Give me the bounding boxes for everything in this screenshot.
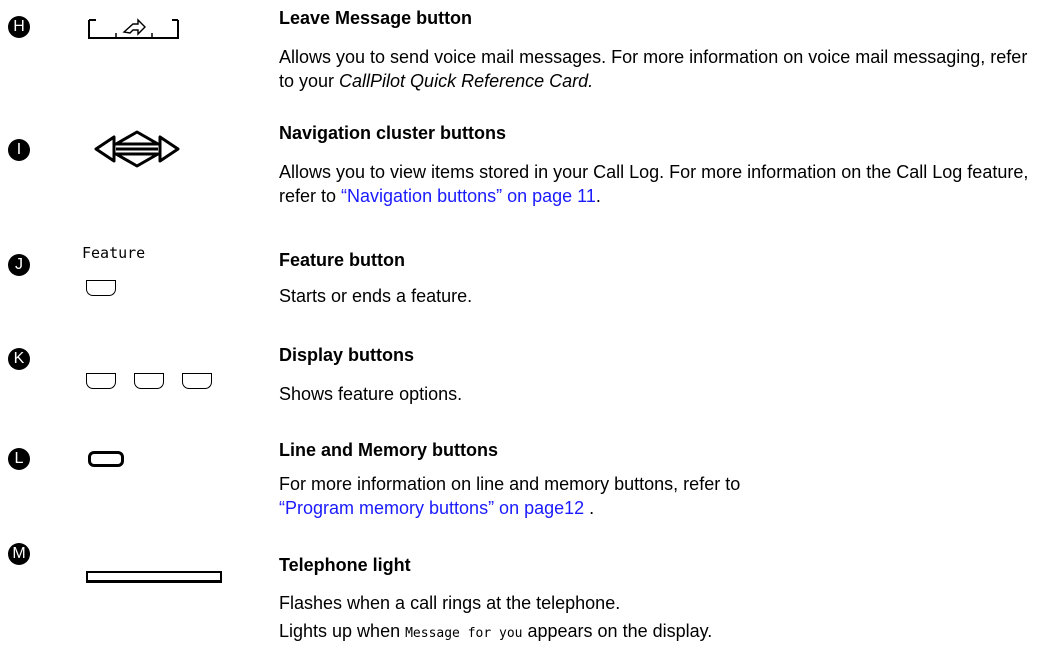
navigation-buttons-link[interactable]: “Navigation buttons” on page 11 [341, 186, 596, 206]
feature-key-icon [85, 280, 116, 296]
line-memory-key-icon [88, 451, 124, 467]
feature-button-description: Starts or ends a feature. [279, 286, 473, 306]
leave-message-icon [88, 18, 179, 39]
item-badge-l: L [8, 448, 30, 470]
telephone-light-description-2: Lights up when Message for you appears o… [279, 621, 713, 641]
item-badge-j: J [8, 254, 30, 276]
telephone-light-description-1: Flashes when a call rings at the telepho… [279, 593, 621, 613]
display-key-icon-1 [85, 373, 116, 389]
display-buttons-title: Display buttons [279, 345, 415, 365]
display-key-icon-3 [181, 373, 212, 389]
telephone-light-icon [86, 571, 222, 583]
program-memory-buttons-link[interactable]: “Program memory buttons” on page12 [279, 498, 584, 518]
item-badge-h: H [8, 16, 30, 38]
telephone-light-title: Telephone light [279, 555, 411, 575]
display-key-icon-2 [133, 373, 164, 389]
message-for-you-display-text: Message for you [405, 626, 523, 641]
navigation-cluster-icon [94, 130, 180, 168]
display-buttons-description: Shows feature options. [279, 384, 463, 404]
leave-message-title: Leave Message button [279, 8, 473, 28]
leave-message-description: Allows you to send voice mail messages. … [279, 47, 1028, 91]
feature-icon-label: Feature [82, 244, 146, 262]
item-badge-m: M [8, 543, 30, 565]
navigation-cluster-title: Navigation cluster buttons [279, 123, 507, 143]
item-badge-i: I [8, 139, 30, 161]
navigation-cluster-description: Allows you to view items stored in your … [279, 162, 1029, 206]
feature-button-title: Feature button [279, 250, 405, 270]
line-memory-description: For more information on line and memory … [279, 474, 741, 518]
line-memory-title: Line and Memory buttons [279, 440, 499, 460]
item-badge-k: K [8, 348, 30, 370]
